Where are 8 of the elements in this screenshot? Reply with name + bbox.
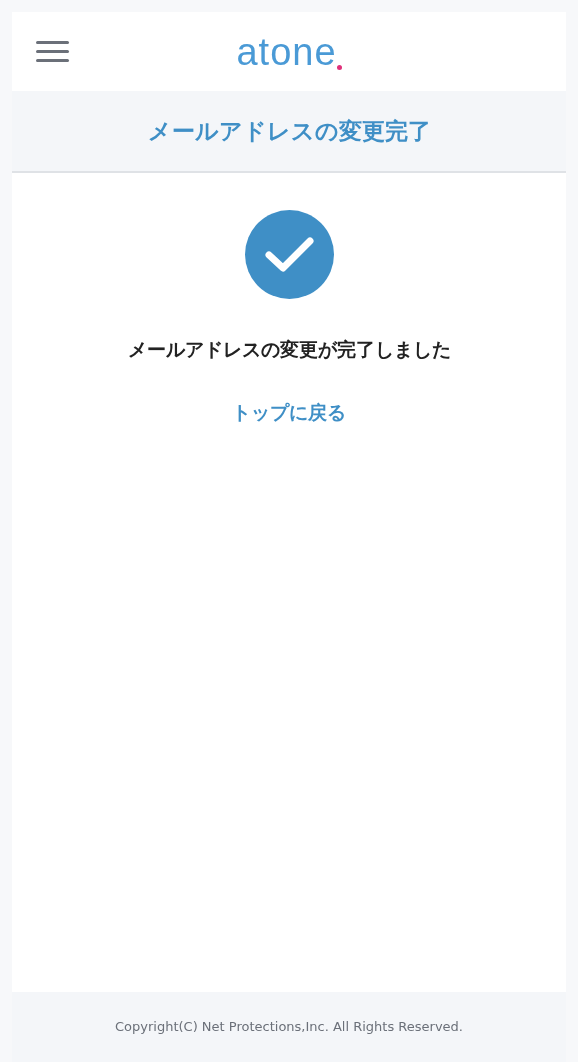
back-to-top-link[interactable]: トップに戻る [232,397,346,426]
page-title: メールアドレスの変更完了 [147,116,431,146]
check-icon [244,210,334,299]
logo: atone [236,32,337,71]
dot-icon [336,64,342,70]
menu-icon[interactable] [36,40,70,64]
success-message: メールアドレスの変更が完了しました [127,337,451,362]
copyright: Copyright(C) Net Protections,Inc. All Rights Reserved. [115,1018,463,1037]
